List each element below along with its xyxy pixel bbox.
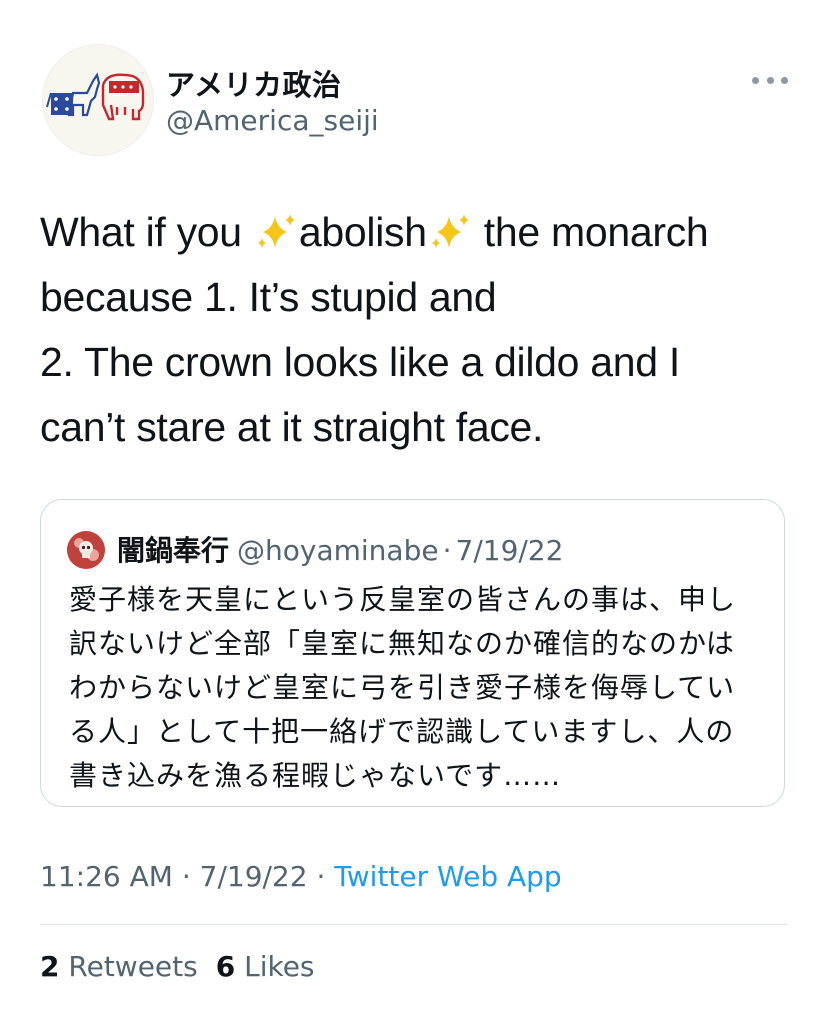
tweet-line: because 1. It’s stupid and xyxy=(40,274,497,320)
separator-dot: · xyxy=(316,860,326,893)
tweet-text-segment: the monarch xyxy=(472,209,709,255)
quoted-tweet-line: 訳ないけど全部「皇室に無知なのか確信的なのかは xyxy=(69,627,735,660)
tweet-text: What if you abolish the monarch because … xyxy=(40,200,790,460)
tweet-source-link[interactable]: Twitter Web App xyxy=(334,860,561,893)
retweets-count: 2 xyxy=(40,950,60,983)
author-handle[interactable]: @America_seiji xyxy=(166,104,379,137)
quoted-tweet-line: 愛子様を天皇にという反皇室の皆さんの事は、申し xyxy=(69,583,737,616)
separator-dot: · xyxy=(181,860,191,893)
tweet-meta: 11:26 AM · 7/19/22 · Twitter Web App xyxy=(40,860,562,893)
quoted-tweet-card[interactable]: 闇鍋奉行 @hoyaminabe · 7/19/22 愛子様を天皇にという反皇室の皆さ… xyxy=(40,499,785,807)
quoted-tweet-line: 書き込みを漁る程暇じゃないです…… xyxy=(69,759,562,792)
author-display-name[interactable]: アメリカ政治 xyxy=(166,62,342,104)
quoted-tweet-line: わからないけど皇室に弓を引き愛子様を侮辱してい xyxy=(69,671,736,704)
more-options-icon[interactable] xyxy=(752,70,788,90)
more-dot xyxy=(766,76,774,84)
tweet-text-segment: abolish xyxy=(298,209,427,255)
divider xyxy=(40,924,788,925)
retweets-stat[interactable]: 2 Retweets xyxy=(40,950,198,983)
quoted-author-handle[interactable]: @hoyaminabe xyxy=(237,534,439,567)
likes-count: 6 xyxy=(215,950,236,983)
skull-avatar-icon xyxy=(67,531,105,569)
engagement-stats: 2 Retweets 6 Likes xyxy=(40,950,333,983)
sparkles-emoji-icon xyxy=(257,214,295,248)
quoted-author-name[interactable]: 闇鍋奉行 xyxy=(117,534,229,567)
likes-stat[interactable]: 6 Likes xyxy=(216,950,315,983)
likes-label: Likes xyxy=(244,950,315,983)
tweet-date[interactable]: 7/19/22 xyxy=(200,860,308,893)
quoted-tweet-date[interactable]: 7/19/22 xyxy=(456,534,564,567)
quoted-author-avatar[interactable] xyxy=(67,531,105,569)
tweet-text-segment: What if you xyxy=(40,209,253,255)
quoted-tweet-text: 愛子様を天皇にという反皇室の皆さんの事は、申し 訳ないけど全部「皇室に無知なのか… xyxy=(69,578,769,798)
separator-dot: · xyxy=(442,534,452,567)
tweet-line: What if you abolish the monarch xyxy=(40,200,790,265)
quoted-tweet-header: 闇鍋奉行 @hoyaminabe · 7/19/22 xyxy=(117,529,563,569)
more-dot xyxy=(752,76,759,84)
tweet-line: can’t stare at it straight face. xyxy=(40,404,544,450)
tweet-time[interactable]: 11:26 AM xyxy=(40,860,173,893)
author-avatar[interactable] xyxy=(42,44,154,156)
retweets-label: Retweets xyxy=(68,950,198,983)
sparkles-emoji-icon xyxy=(431,214,469,248)
tweet-line: 2. The crown looks like a dildo and I xyxy=(40,339,680,385)
quoted-tweet-line: る人」として十把一絡げで認識していますし、人の xyxy=(69,715,735,748)
more-dot xyxy=(781,76,788,84)
donkey-elephant-avatar-icon xyxy=(46,72,145,121)
